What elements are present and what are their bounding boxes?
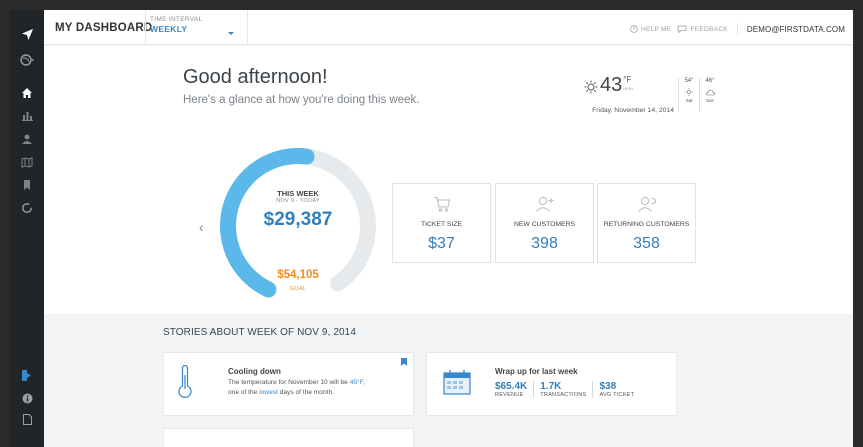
previous-week-arrow[interactable]: ‹ (199, 219, 204, 235)
chevron-down-icon[interactable] (228, 32, 234, 35)
top-bar-actions: ? HELP ME FEEDBACK DEMO@FIRSTDATA.COM (630, 23, 845, 35)
left-nav-rail (10, 10, 44, 447)
feedback-label: FEEDBACK (690, 25, 728, 33)
temperature-unit-sub: HIGH (623, 86, 634, 91)
kpi-value: $37 (428, 235, 455, 252)
divider (247, 10, 248, 45)
overview-panel: Good afternoon! Here's a glance at how y… (44, 46, 853, 314)
stories-title: STORIES ABOUT WEEK OF NOV 9, 2014 (163, 327, 356, 338)
gauge-value: $29,387 (263, 209, 333, 230)
metric-avg-ticket: $38 AVG TICKET (592, 381, 640, 398)
kpi-value: 398 (531, 235, 558, 252)
help-label: HELP ME (640, 25, 672, 33)
user-email[interactable]: DEMO@FIRSTDATA.COM (747, 25, 845, 34)
weather-date: Friday, November 14, 2014 (592, 107, 674, 114)
cloud-icon (706, 89, 715, 96)
sun-icon (584, 80, 598, 94)
kpi-new-customers[interactable]: NEW CUSTOMERS 398 (495, 183, 594, 263)
map-icon[interactable] (10, 152, 44, 172)
app-frame: MY DASHBOARD TIME INTERVAL WEEKLY ? HELP… (10, 10, 853, 447)
info-icon[interactable] (10, 388, 44, 408)
page-title: MY DASHBOARD (55, 22, 153, 34)
greeting-subtitle: Here's a glance at how you're doing this… (183, 94, 420, 106)
greeting-title: Good afternoon! (183, 66, 328, 88)
bookmark-icon[interactable] (401, 358, 407, 366)
help-icon: ? (630, 25, 638, 33)
current-temperature: 43 °F HIGH (600, 74, 634, 96)
story-title: Wrap up for last week (495, 367, 578, 376)
divider (145, 10, 146, 45)
time-interval-select[interactable]: TIME INTERVAL WEEKLY (150, 16, 202, 34)
story-card-cooling-down[interactable]: Cooling down The temperature for Novembe… (163, 352, 414, 416)
refresh-icon[interactable] (10, 198, 44, 218)
forecast-day: 54° Sat (684, 78, 694, 103)
story-card[interactable] (163, 428, 414, 447)
kpi-label: NEW CUSTOMERS (513, 221, 576, 228)
time-interval-value: WEEKLY (150, 24, 188, 34)
bookmark-icon[interactable] (10, 175, 44, 195)
add-user-icon (535, 196, 553, 212)
metric-revenue: $65.4K REVENUE (495, 381, 528, 398)
weather-widget: 43 °F HIGH Friday, November 14, 2014 54° … (544, 70, 853, 120)
help-link[interactable]: ? HELP ME (630, 25, 672, 33)
globe-icon[interactable] (10, 50, 44, 70)
story-metrics: $65.4K REVENUE 1.7K TRANSACTIONS $38 AVG TI… (495, 381, 640, 398)
chat-bubble-icon (678, 25, 687, 33)
logout-icon[interactable] (10, 365, 44, 385)
forecast-day: 46° Sun (705, 78, 715, 103)
kpi-ticket-size[interactable]: TICKET SIZE $37 (392, 183, 491, 263)
temperature-unit: °F (623, 75, 632, 84)
users-icon[interactable] (10, 129, 44, 149)
gauge-label: THIS WEEK (277, 189, 319, 198)
goal-label: GOAL (289, 286, 307, 292)
story-title: Cooling down (228, 367, 281, 376)
sun-icon (685, 88, 693, 96)
story-text: The temperature for November 10 will be … (228, 379, 365, 396)
time-interval-label: TIME INTERVAL (150, 16, 203, 23)
document-icon[interactable] (10, 409, 44, 429)
metric-transactions: 1.7K TRANSACTIONS (533, 381, 592, 398)
gauge-date-range: NOV 9 - TODAY (276, 198, 320, 204)
kpi-label: RETURNING CUSTOMERS (603, 221, 690, 228)
cart-icon (433, 197, 450, 212)
returning-user-icon (637, 196, 656, 212)
calendar-icon (443, 370, 471, 395)
home-icon[interactable] (10, 83, 44, 103)
bar-chart-icon[interactable] (10, 106, 44, 126)
kpi-value: 358 (633, 235, 660, 252)
thermometer-icon (178, 365, 192, 399)
weekly-goal-gauge: THIS WEEK NOV 9 - TODAY $29,387 $54,105 … (214, 142, 382, 310)
kpi-returning-customers[interactable]: RETURNING CUSTOMERS 358 (597, 183, 696, 263)
top-bar: MY DASHBOARD TIME INTERVAL WEEKLY ? HELP… (44, 10, 853, 45)
feedback-link[interactable]: FEEDBACK (677, 25, 728, 33)
svg-text:?: ? (632, 27, 635, 33)
goal-value: $54,105 (277, 269, 319, 281)
story-card-wrap-up[interactable]: Wrap up for last week $65.4K REVENUE 1.7K… (426, 352, 677, 416)
divider (678, 78, 679, 112)
kpi-label: TICKET SIZE (420, 221, 463, 228)
divider (699, 78, 700, 112)
divider (736, 23, 738, 35)
send-icon[interactable] (10, 24, 44, 44)
